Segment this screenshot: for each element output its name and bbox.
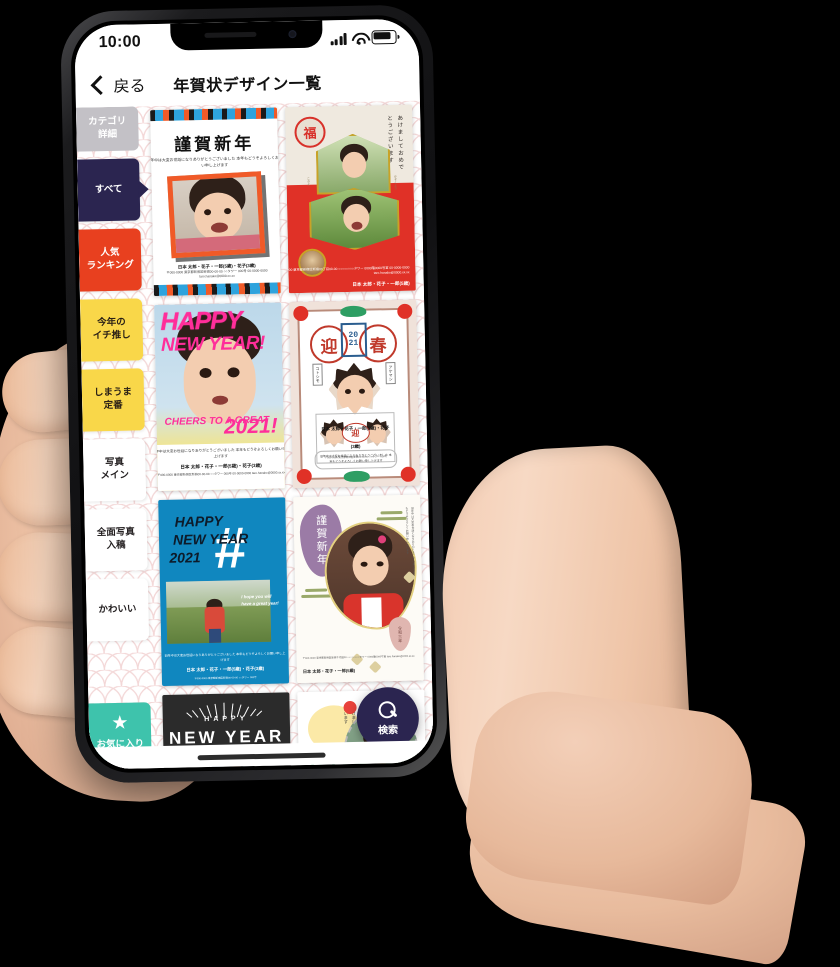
status-icons <box>330 29 397 46</box>
card2-side-left: こきよ <box>306 176 311 186</box>
front-camera-icon <box>288 30 297 39</box>
card4-frame: 迎 春 20 21 コトシモ アケマシ 迎 旧年中は大変お世話になりありがとうご… <box>293 303 416 485</box>
card5-photo <box>165 579 272 644</box>
design-card[interactable]: HAPPY NEW YEAR! CHEERS TO A GREAT 2021! … <box>154 302 285 492</box>
category-header-line1: カテゴリ <box>88 115 127 128</box>
card1-title: 謹賀新年 <box>174 133 255 155</box>
card3-greeting: 旧年中は大変お世話になりありがとうございました 本年もどうぞよろしくお願い申し上… <box>154 446 285 459</box>
card2-side-right: かぞくより <box>393 174 398 191</box>
design-grid: 謹賀新年 旧年中は大変お世話になりありがとうございました 本年もどうぞよろしくお… <box>146 101 429 770</box>
sidebar-item-cute[interactable]: かわいい <box>85 578 150 642</box>
card6-era-badge: 令和三年 <box>388 616 412 652</box>
sidebar-item-pick-line1: 今年の <box>97 316 126 329</box>
card2-name: 日本 太郎・花子・一郎(5歳) <box>352 280 410 287</box>
phone-device: 10:00 戻る 年賀状デザイン一覧 カテゴリ 詳細 すべて 人気 ランキング … <box>59 4 449 784</box>
card3-line2: NEW YEAR! <box>160 332 266 356</box>
sidebar-item-all-label: すべて <box>94 183 123 195</box>
knot-bottom <box>343 470 370 483</box>
sidebar-item-fullphoto-line2: 入稿 <box>106 539 126 552</box>
card4-name: 日本 太郎・花子・一郎(5歳)・花子(3歳) <box>321 425 390 449</box>
card6-name: 日本 太郎・花子・一郎(5歳) <box>302 667 356 675</box>
sidebar-item-popular-ranking[interactable]: 人気 ランキング <box>78 228 142 292</box>
card3-address: 〒000-0000 東京都新宿区新宿00-00-00 ○○タワー 000号 00… <box>157 471 285 478</box>
card3-year: 2021! <box>223 414 278 439</box>
sidebar-item-pick-line2: イチ推し <box>92 329 131 342</box>
card4-tag-left: コトシモ <box>312 363 323 386</box>
card4-main-photo <box>328 362 381 415</box>
card3-line1: HAPPY <box>160 306 242 336</box>
card2-photo-top <box>316 133 391 195</box>
phone-notch <box>170 20 323 51</box>
sidebar-item-standard-line2: 定番 <box>103 399 123 412</box>
sidebar-item-all[interactable]: すべて <box>77 158 141 222</box>
battery-icon <box>371 29 397 45</box>
sidebar-item-popular-line2: ランキング <box>86 259 134 272</box>
corner-dot <box>293 305 309 322</box>
card1-photo <box>166 170 265 258</box>
card1-address: 〒000-0000 東京都新宿区新宿00-00-00 ○○タワー 000号 00… <box>166 267 268 279</box>
card6-era-text: 令和三年 <box>397 625 404 643</box>
category-header-line2: 詳細 <box>97 128 118 141</box>
sidebar-item-photo-main[interactable]: 写真 メイン <box>82 438 147 502</box>
search-fab-label: 検索 <box>377 724 399 736</box>
card1-body: 謹賀新年 旧年中は大変お世話になりありがとうございました 本年もどうぞよろしくお… <box>150 118 281 285</box>
card5-address: 〒000-0000 東京都新宿区新宿00-00-00 ○○タワー 000号 <box>194 676 257 681</box>
card5-note: I hope you will have a great year! <box>241 593 279 606</box>
phone-bezel: 10:00 戻る 年賀状デザイン一覧 カテゴリ 詳細 すべて 人気 ランキング … <box>70 14 438 774</box>
design-card[interactable]: 謹賀新年 旧年中は大変お世話になりありがとうございました本年もどうぞよろしくお願… <box>293 494 425 684</box>
cloud-motif <box>376 510 407 523</box>
child-photo <box>171 175 260 253</box>
card4-namebox: 日本 太郎・花子・一郎(5歳)・花子(3歳) 〒000-0000 東京都新宿区新… <box>315 412 396 464</box>
category-header: カテゴリ 詳細 <box>75 106 139 152</box>
card5-line3: 2021 <box>169 549 201 566</box>
card3-footer: 旧年中は大変お世話になりありがとうございました 本年もどうぞよろしくお願い申し上… <box>154 442 285 492</box>
card6-vertical-text: 旧年中は大変お世話になりありがとうございました本年もどうぞよろしくお願い申し上げ… <box>404 506 416 577</box>
sidebar-item-popular-line1: 人気 <box>100 246 120 259</box>
corner-dot <box>397 303 413 319</box>
design-card[interactable]: 福 あけましておめでとうございます こきよ かぞくより 〒000-0000 東京… <box>285 104 416 294</box>
status-time: 10:00 <box>98 33 142 52</box>
card1-greeting: 旧年中は大変お世話になりありがとうございました 本年もどうぞよろしくお願い申し上… <box>150 155 281 169</box>
content-area: カテゴリ 詳細 すべて 人気 ランキング 今年の イチ推し しまうま 定番 写真… <box>75 100 434 770</box>
screenshot-stage: 10:00 戻る 年賀状デザイン一覧 カテゴリ 詳細 すべて 人気 ランキング … <box>0 0 840 967</box>
thumb <box>435 442 697 874</box>
card5-greeting: 旧年中は大変お世話になりありがとうございました 本年もどうぞよろしくお願い申し上… <box>164 650 286 663</box>
card5-line2: NEW YEAR <box>172 530 249 548</box>
category-sidebar: カテゴリ 詳細 すべて 人気 ランキング 今年の イチ推し しまうま 定番 写真… <box>75 106 156 769</box>
sidebar-item-fullphoto-line1: 全面写真 <box>96 526 135 539</box>
speaker-grille <box>204 31 257 38</box>
design-card[interactable]: 迎 春 20 21 コトシモ アケマシ 迎 旧年中は大変お世話になりありがとうご… <box>289 299 420 489</box>
navigation-bar: 戻る 年賀状デザイン一覧 <box>75 56 420 108</box>
corner-dot <box>400 466 416 482</box>
card3-name: 日本 太郎・花子・一郎(5歳)・花子(3歳) <box>180 463 262 470</box>
signal-bars-icon <box>330 32 347 46</box>
card5-line1: HAPPY <box>174 512 224 530</box>
card5-name: 日本 太郎・花子・一郎(5歳)・花子(3歳) <box>186 665 265 673</box>
wrist <box>458 752 812 967</box>
card4-year-bottom: 21 <box>348 338 359 349</box>
knot-top <box>339 305 366 318</box>
wifi-icon <box>351 33 366 46</box>
sidebar-item-cute-label: かわいい <box>98 603 137 615</box>
sidebar-item-fullphoto-submission[interactable]: 全面写真 入稿 <box>84 508 148 572</box>
star-icon: ★ <box>111 712 129 735</box>
sidebar-item-photo-line1: 写真 <box>104 456 125 469</box>
card2-seal: 福 <box>294 116 326 149</box>
sidebar-item-shimauma-standard[interactable]: しまうま 定番 <box>81 368 145 432</box>
sidebar-item-this-year-pick[interactable]: 今年の イチ推し <box>79 298 144 362</box>
magnifier-icon <box>378 701 397 720</box>
card7-line1: HAPPY <box>204 715 249 724</box>
design-card[interactable]: # HAPPY NEW YEAR 2021 I hope you will ha… <box>158 497 290 686</box>
stripe-bottom <box>153 282 281 297</box>
palm-base <box>458 681 762 909</box>
card4-year: 20 21 <box>340 322 367 358</box>
design-card[interactable]: 謹賀新年 旧年中は大変お世話になりありがとうございました 本年もどうぞよろしくお… <box>150 107 281 297</box>
card4-address: 〒000-0000 東京都新宿区新宿00-00-00 ○○タワー 000号 <box>324 455 388 460</box>
sidebar-item-photo-line2: メイン <box>100 469 130 482</box>
card4-tag-right: アケマシ <box>385 362 396 385</box>
corner-dot <box>296 468 312 485</box>
phone-screen: 10:00 戻る 年賀状デザイン一覧 カテゴリ 詳細 すべて 人気 ランキング … <box>74 18 434 770</box>
sidebar-item-standard-line1: しまうま <box>93 386 133 399</box>
